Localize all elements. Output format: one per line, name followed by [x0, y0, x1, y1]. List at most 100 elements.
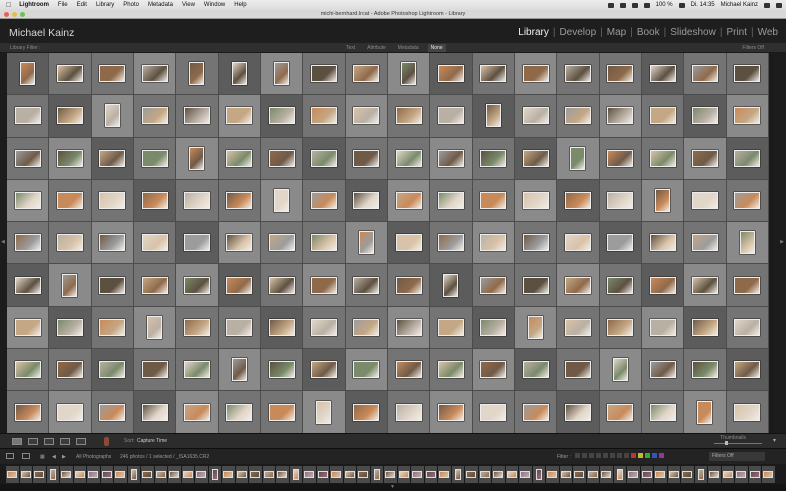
photo-thumbnail[interactable]	[226, 107, 253, 125]
photo-thumbnail[interactable]	[310, 149, 337, 167]
grid-cell[interactable]	[641, 349, 685, 392]
photo-thumbnail[interactable]	[14, 276, 41, 294]
grid-cell[interactable]	[49, 137, 92, 180]
photo-thumbnail[interactable]	[310, 234, 337, 252]
photo-thumbnail[interactable]	[353, 403, 380, 421]
photo-thumbnail[interactable]	[99, 403, 126, 421]
photo-thumbnail[interactable]	[691, 234, 718, 252]
photo-thumbnail[interactable]	[353, 149, 380, 167]
photo-thumbnail[interactable]	[99, 192, 126, 210]
filmstrip-thumbnail[interactable]	[60, 465, 73, 483]
menu-photo[interactable]: Photo	[123, 2, 139, 8]
photo-thumbnail[interactable]	[226, 318, 253, 336]
photo-thumbnail[interactable]	[99, 234, 126, 252]
module-library[interactable]: Library	[514, 27, 553, 38]
photo-thumbnail[interactable]	[564, 276, 591, 294]
module-develop[interactable]: Develop	[555, 27, 600, 38]
photo-thumbnail[interactable]	[395, 149, 422, 167]
grid-cell[interactable]	[7, 222, 50, 265]
photo-thumbnail[interactable]	[99, 149, 126, 167]
grid-cell[interactable]	[49, 53, 92, 96]
grid-cell[interactable]	[472, 95, 515, 138]
grid-cell[interactable]	[599, 179, 642, 223]
photo-thumbnail[interactable]	[14, 234, 41, 252]
grid-cell[interactable]	[387, 137, 431, 180]
grid-cell[interactable]	[91, 137, 134, 180]
grid-cell[interactable]	[133, 264, 177, 307]
grid-cell[interactable]	[91, 306, 134, 350]
photo-thumbnail[interactable]	[691, 318, 718, 336]
grid-cell[interactable]	[176, 349, 219, 392]
filmstrip-thumbnail[interactable]	[667, 465, 680, 483]
grid-cell[interactable]	[684, 95, 727, 138]
rating-filter[interactable]	[575, 453, 664, 458]
grid-cell[interactable]	[218, 349, 261, 392]
grid-cell[interactable]	[218, 222, 261, 265]
photo-thumbnail[interactable]	[231, 62, 247, 86]
photo-thumbnail[interactable]	[189, 146, 205, 170]
color-label-icon[interactable]	[659, 453, 664, 458]
menu-window[interactable]: Window	[204, 2, 225, 8]
photo-thumbnail[interactable]	[268, 234, 295, 252]
grid-cell[interactable]	[91, 53, 134, 96]
grid-cell[interactable]	[557, 264, 600, 307]
grid-cell[interactable]	[514, 306, 558, 350]
photo-thumbnail[interactable]	[480, 276, 507, 294]
color-label-icon[interactable]	[638, 453, 643, 458]
grid-cell[interactable]	[49, 306, 92, 350]
photo-thumbnail[interactable]	[734, 65, 761, 83]
grid-cell[interactable]	[387, 53, 431, 96]
grid-cell[interactable]	[430, 306, 473, 350]
right-panel-toggle-icon[interactable]: ▶	[780, 239, 784, 245]
photo-thumbnail[interactable]	[697, 400, 713, 424]
grid-cell[interactable]	[345, 53, 388, 96]
photo-thumbnail[interactable]	[437, 107, 464, 125]
filmstrip-thumbnail[interactable]	[640, 465, 653, 483]
photo-thumbnail[interactable]	[56, 318, 83, 336]
photo-thumbnail[interactable]	[226, 192, 253, 210]
grid-cell[interactable]	[430, 137, 473, 180]
photo-thumbnail[interactable]	[564, 403, 591, 421]
grid-cell[interactable]	[387, 306, 431, 350]
filmstrip-thumbnail[interactable]	[208, 465, 221, 483]
grid-cell[interactable]	[176, 264, 219, 307]
grid-cell[interactable]	[472, 306, 515, 350]
photo-thumbnail[interactable]	[226, 276, 253, 294]
filmstrip-thumbnail[interactable]	[694, 465, 707, 483]
grid-cell[interactable]	[684, 137, 727, 180]
grid-cell[interactable]	[726, 264, 769, 307]
grid-cell[interactable]	[599, 306, 642, 350]
photo-thumbnail[interactable]	[564, 318, 591, 336]
left-panel-collapsed[interactable]: ◀	[0, 53, 7, 433]
grid-cell[interactable]	[218, 264, 261, 307]
filmstrip-thumbnail[interactable]	[343, 465, 356, 483]
photo-thumbnail[interactable]	[14, 107, 41, 125]
filmstrip[interactable]	[0, 464, 786, 484]
filmstrip-thumbnail[interactable]	[370, 465, 383, 483]
photo-thumbnail[interactable]	[401, 62, 417, 86]
photo-thumbnail[interactable]	[607, 318, 634, 336]
grid-cell[interactable]	[7, 53, 50, 96]
photo-thumbnail[interactable]	[268, 403, 295, 421]
grid-cell[interactable]	[599, 391, 642, 433]
photo-thumbnail[interactable]	[99, 318, 126, 336]
photo-thumbnail[interactable]	[437, 361, 464, 379]
photo-thumbnail[interactable]	[14, 403, 41, 421]
photo-thumbnail[interactable]	[739, 231, 755, 255]
grid-cell[interactable]	[514, 222, 558, 265]
grid-cell[interactable]	[133, 179, 177, 223]
minimize-window-button[interactable]	[12, 12, 17, 17]
photo-thumbnail[interactable]	[147, 315, 163, 339]
apple-menu-icon[interactable]: 	[6, 2, 11, 9]
photo-thumbnail[interactable]	[480, 192, 507, 210]
photo-thumbnail[interactable]	[607, 192, 634, 210]
star-icon[interactable]	[624, 453, 629, 458]
filmstrip-thumbnail[interactable]	[168, 465, 181, 483]
photo-thumbnail[interactable]	[437, 149, 464, 167]
photo-thumbnail[interactable]	[56, 361, 83, 379]
star-icon[interactable]	[617, 453, 622, 458]
photo-thumbnail[interactable]	[564, 192, 591, 210]
photo-thumbnail[interactable]	[310, 65, 337, 83]
grid-cell[interactable]	[557, 349, 600, 392]
filmstrip-toggle-bar[interactable]: ▼	[0, 484, 786, 491]
